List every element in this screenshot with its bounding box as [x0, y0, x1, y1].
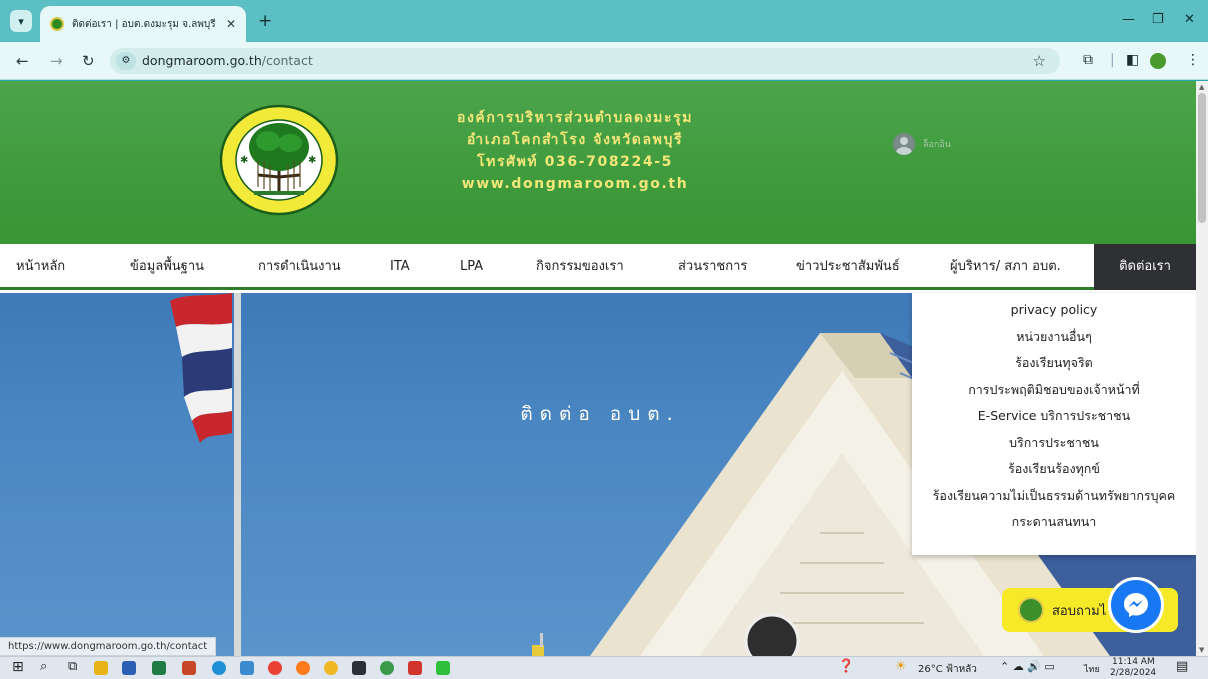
restore-icon[interactable]: ❐: [1152, 12, 1164, 27]
powerpoint-icon[interactable]: [182, 661, 196, 675]
nav-activities[interactable]: กิจกรรมของเรา: [536, 244, 624, 290]
profile-avatar-icon[interactable]: [1150, 53, 1166, 69]
help-icon[interactable]: ❓: [838, 659, 854, 674]
web-page: ✱ ✱ องค์การบริหารส่วนตำบลดงมะรุม อำเภอโค…: [0, 81, 1196, 656]
search-icon[interactable]: ⌕: [40, 659, 47, 674]
scroll-down-icon[interactable]: ▼: [1199, 646, 1204, 654]
terminal-icon[interactable]: [352, 661, 366, 675]
input-language[interactable]: ไทย: [1084, 662, 1100, 676]
scroll-up-icon[interactable]: ▲: [1199, 83, 1204, 91]
clock-date[interactable]: 2/28/2024: [1110, 668, 1156, 678]
task-view-icon[interactable]: ⧉: [68, 659, 77, 674]
start-windows-icon[interactable]: ⊞: [12, 659, 24, 675]
nav-lpa[interactable]: LPA: [460, 244, 483, 290]
nav-ita[interactable]: ITA: [390, 244, 410, 290]
org-district: อำเภอโคกสำโรง จังหวัดลพบุรี: [466, 132, 684, 148]
user-avatar-icon: [893, 133, 915, 155]
weather-icon: ☀: [895, 659, 907, 674]
browser-menu-icon[interactable]: ⋮: [1186, 52, 1200, 68]
nav-operations[interactable]: การดำเนินงาน: [258, 244, 341, 290]
chat-label: สอบถามไ: [1052, 603, 1107, 619]
scroll-thumb[interactable]: [1198, 93, 1206, 223]
close-tab-icon[interactable]: ✕: [226, 17, 236, 31]
dropdown-item[interactable]: ร้องเรียนความไม่เป็นธรรมด้านทรัพยากรบุคค: [912, 483, 1196, 510]
chrome-icon[interactable]: [268, 661, 282, 675]
site-header: ✱ ✱ องค์การบริหารส่วนตำบลดงมะรุม อำเภอโค…: [0, 81, 1196, 244]
tray-icons[interactable]: ⌃ ☁ 🔊 ▭: [1000, 660, 1055, 673]
chrome-canary-icon[interactable]: [324, 661, 338, 675]
organization-info: องค์การบริหารส่วนตำบลดงมะรุม อำเภอโคกสำโ…: [400, 107, 750, 195]
windows-taskbar: ⊞ ⌕ ⧉ ❓ ☀ 26°C ฟ้าหลัว ⌃ ☁ 🔊 ▭ ไทย 11:14…: [0, 656, 1208, 679]
reload-icon[interactable]: ↻: [82, 52, 95, 70]
back-arrow-icon[interactable]: ←: [16, 52, 29, 70]
tab-search-button[interactable]: ▾: [10, 10, 32, 32]
hero-title: ติดต่อ อบต.: [520, 403, 680, 425]
svg-text:✱: ✱: [240, 155, 248, 166]
svg-text:✱: ✱: [308, 155, 316, 166]
minimize-icon[interactable]: —: [1122, 12, 1135, 27]
page-scrollbar[interactable]: ▲ ▼: [1196, 81, 1208, 656]
firefox-icon[interactable]: [296, 661, 310, 675]
extensions-icon[interactable]: ⧉: [1083, 52, 1093, 68]
main-navigation: หน้าหลัก ข้อมูลพื้นฐาน การดำเนินงาน ITA …: [0, 244, 1196, 290]
chat-logo-icon: [1018, 597, 1044, 623]
login-label: ล็อกอิน: [923, 140, 951, 150]
bookmark-star-icon[interactable]: ☆: [1033, 52, 1046, 70]
browser-toolbar: ← → ↻ ⚙ dongmaroom.go.th/contact ☆ ⧉ | ◧…: [0, 42, 1208, 80]
link-status-bar: https://www.dongmaroom.go.th/contact: [0, 637, 217, 656]
file-explorer-icon[interactable]: [94, 661, 108, 675]
nav-executives[interactable]: ผู้บริหาร/ สภา อบต.: [950, 244, 1061, 290]
close-window-icon[interactable]: ✕: [1184, 12, 1195, 27]
acrobat-icon[interactable]: [408, 661, 422, 675]
line-icon[interactable]: [436, 661, 450, 675]
login-link[interactable]: ล็อกอิน: [893, 133, 951, 155]
contact-dropdown-menu: privacy policy หน่วยงานอื่นๆ ร้องเรียนทุ…: [912, 293, 1196, 555]
browser-tab-bar: ▾ ติดต่อเรา | อบต.ดงมะรุม จ.ลพบุรี ✕ + —…: [0, 0, 1208, 42]
chrome-profile-icon[interactable]: [380, 661, 394, 675]
site-favicon-icon: [50, 17, 64, 31]
messenger-button[interactable]: [1108, 577, 1164, 633]
edge-icon[interactable]: [212, 661, 226, 675]
messenger-icon: [1124, 593, 1148, 617]
nav-home[interactable]: หน้าหลัก: [16, 244, 65, 290]
organization-seal-logo[interactable]: ✱ ✱: [218, 103, 340, 217]
dropdown-item[interactable]: ร้องเรียนทุจริต: [912, 350, 1196, 377]
dropdown-item[interactable]: E-Service บริการประชาชน: [912, 403, 1196, 430]
weather-text[interactable]: 26°C ฟ้าหลัว: [918, 662, 977, 677]
url-text[interactable]: dongmaroom.go.th/contact: [142, 53, 313, 68]
nav-basic-info[interactable]: ข้อมูลพื้นฐาน: [130, 244, 204, 290]
excel-icon[interactable]: [152, 661, 166, 675]
org-name: องค์การบริหารส่วนตำบลดงมะรุม: [456, 110, 694, 126]
site-info-icon[interactable]: ⚙: [116, 52, 136, 70]
dropdown-item[interactable]: ร้องเรียนร้องทุกข์: [912, 456, 1196, 483]
address-bar[interactable]: ⚙ dongmaroom.go.th/contact ☆: [110, 48, 1060, 74]
dropdown-item[interactable]: กระดานสนทนา: [912, 509, 1196, 536]
dropdown-item[interactable]: บริการประชาชน: [912, 430, 1196, 457]
org-phone: โทรศัพท์ 036-708224-5: [477, 154, 673, 170]
nav-news[interactable]: ข่าวประชาสัมพันธ์: [796, 244, 900, 290]
new-tab-button[interactable]: +: [258, 11, 272, 31]
nav-departments[interactable]: ส่วนราชการ: [678, 244, 747, 290]
toolbar-divider: |: [1110, 52, 1115, 68]
tab-title: ติดต่อเรา | อบต.ดงมะรุม จ.ลพบุรี: [72, 18, 216, 30]
notification-icon[interactable]: ▤: [1176, 659, 1188, 674]
nav-contact[interactable]: ติดต่อเรา: [1094, 244, 1196, 290]
side-panel-icon[interactable]: ◧: [1126, 52, 1139, 68]
dropdown-item[interactable]: privacy policy: [912, 297, 1196, 324]
dropdown-item[interactable]: หน่วยงานอื่นๆ: [912, 324, 1196, 351]
forward-arrow-icon[interactable]: →: [50, 52, 63, 70]
word-icon[interactable]: [122, 661, 136, 675]
browser-tab[interactable]: ติดต่อเรา | อบต.ดงมะรุม จ.ลพบุรี ✕: [40, 6, 246, 42]
clock-time[interactable]: 11:14 AM: [1112, 657, 1155, 667]
org-website: www.dongmaroom.go.th: [461, 176, 689, 192]
notepad-icon[interactable]: [240, 661, 254, 675]
dropdown-item[interactable]: การประพฤติมิชอบของเจ้าหน้าที่: [912, 377, 1196, 404]
